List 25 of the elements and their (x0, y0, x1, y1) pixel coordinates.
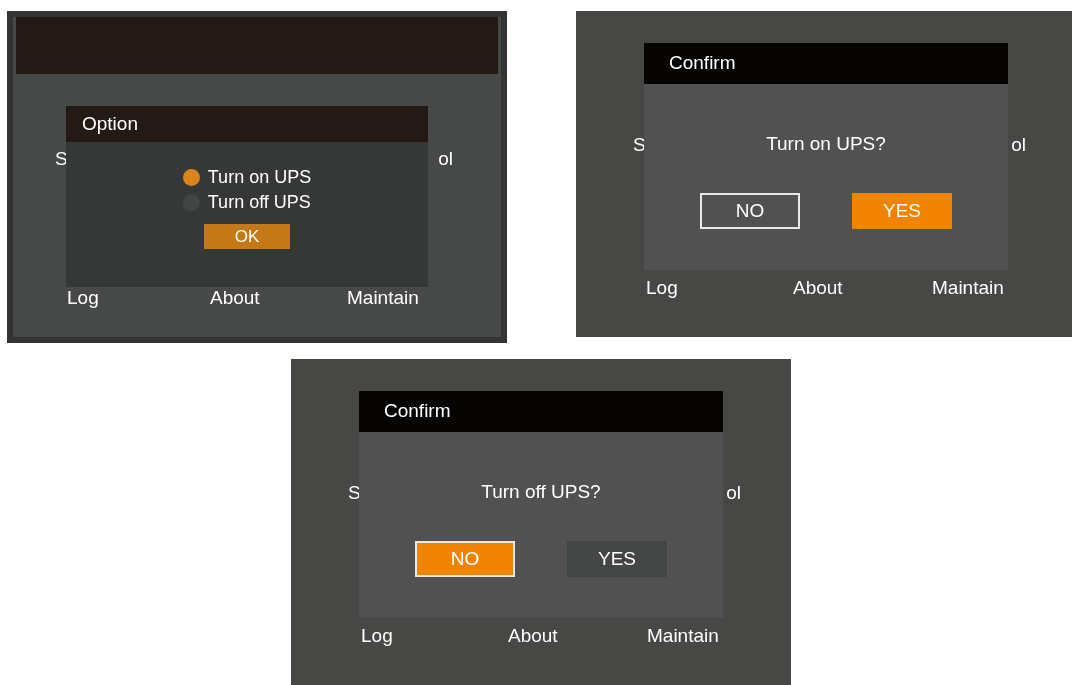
dialog-message: Turn off UPS? (481, 480, 601, 504)
radio-button[interactable] (182, 169, 200, 186)
dialog-message: Turn on UPS? (766, 132, 886, 156)
menu-item[interactable]: Maintain (932, 276, 1004, 298)
menu-item[interactable]: ol (438, 145, 453, 174)
dialog-title: Confirm (669, 51, 736, 76)
menu-item[interactable]: About (210, 286, 260, 308)
option-label: Turn on UPS (207, 166, 312, 189)
menu-item[interactable]: Log (646, 276, 678, 298)
menu-item[interactable]: S (633, 131, 646, 160)
dialog-title: Confirm (384, 399, 451, 424)
menu-item[interactable]: Maintain (347, 286, 419, 308)
menu-item[interactable]: ol (1011, 131, 1026, 160)
menu-item[interactable]: About (793, 276, 843, 298)
dialog-button[interactable]: YES (567, 540, 667, 577)
dialog-button[interactable]: NO (700, 192, 800, 229)
menu-item[interactable]: Maintain (647, 624, 719, 646)
menu-item[interactable]: S (55, 145, 68, 174)
dialog-title: Option (82, 111, 138, 136)
menu-item[interactable]: Log (67, 286, 99, 308)
menu-item[interactable]: S (348, 479, 361, 508)
menu-item[interactable]: About (508, 624, 558, 646)
menu-item[interactable]: Log (361, 624, 393, 646)
menu-item[interactable]: ol (726, 479, 741, 508)
option-label: Turn off UPS (207, 191, 311, 214)
